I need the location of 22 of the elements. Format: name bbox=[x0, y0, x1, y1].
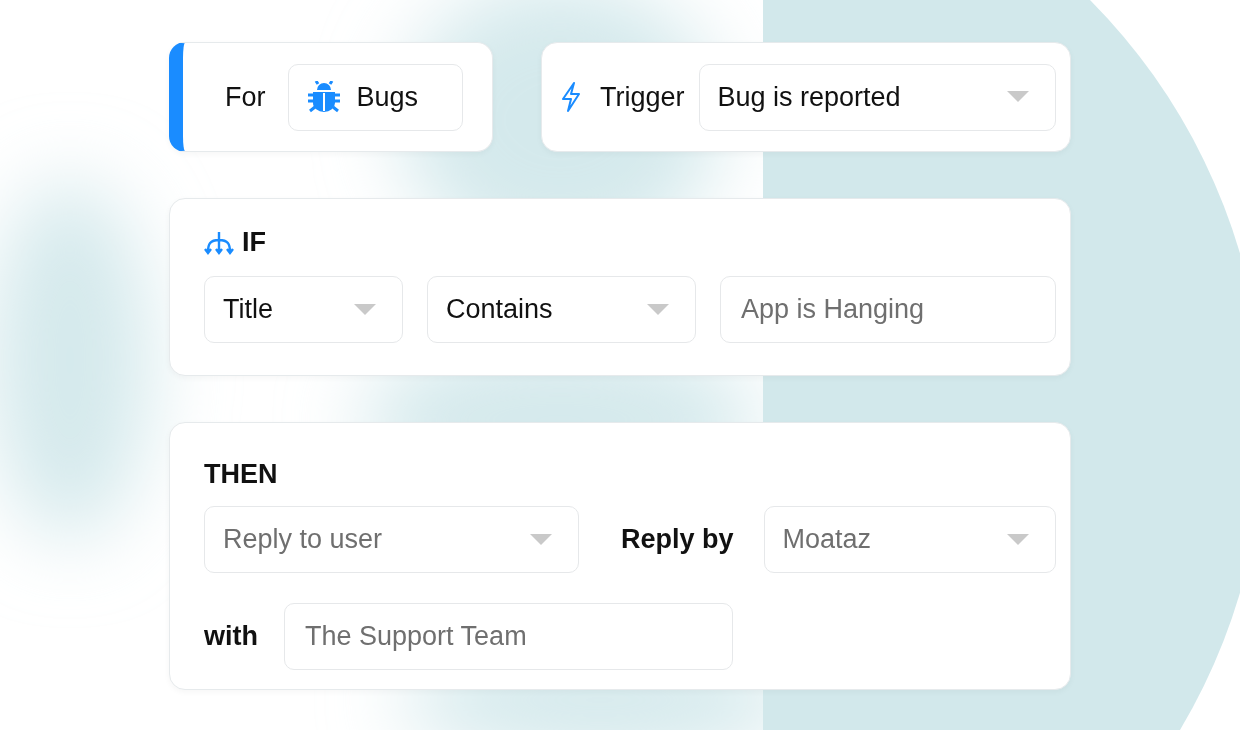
text-field[interactable]: App is Hanging bbox=[720, 276, 1056, 343]
for-label: For bbox=[225, 81, 266, 113]
caret-icon bbox=[1007, 533, 1029, 546]
dropdown[interactable]: Contains bbox=[427, 276, 696, 343]
caret-icon bbox=[354, 303, 376, 316]
text-field[interactable]: The Support Team bbox=[284, 603, 733, 670]
dropdown[interactable]: Moataz bbox=[763, 506, 1056, 573]
caret-icon bbox=[530, 533, 552, 546]
trigger-label: Trigger bbox=[600, 81, 685, 113]
reply-by-label: Reply by bbox=[621, 524, 734, 555]
bugs-chip[interactable]: Bugs bbox=[287, 63, 463, 131]
bug-icon bbox=[306, 81, 341, 113]
with-label: with bbox=[204, 621, 258, 652]
lightning-icon bbox=[560, 82, 582, 112]
branch-icon bbox=[204, 229, 234, 256]
caret-icon bbox=[647, 303, 669, 316]
caret-icon bbox=[1007, 91, 1029, 103]
dropdown[interactable]: Title bbox=[204, 276, 403, 343]
then-heading: THEN bbox=[204, 459, 279, 490]
dropdown[interactable]: Bug is reported bbox=[698, 63, 1056, 131]
if-heading: IF bbox=[242, 227, 266, 258]
dropdown[interactable]: Reply to user bbox=[204, 506, 579, 573]
